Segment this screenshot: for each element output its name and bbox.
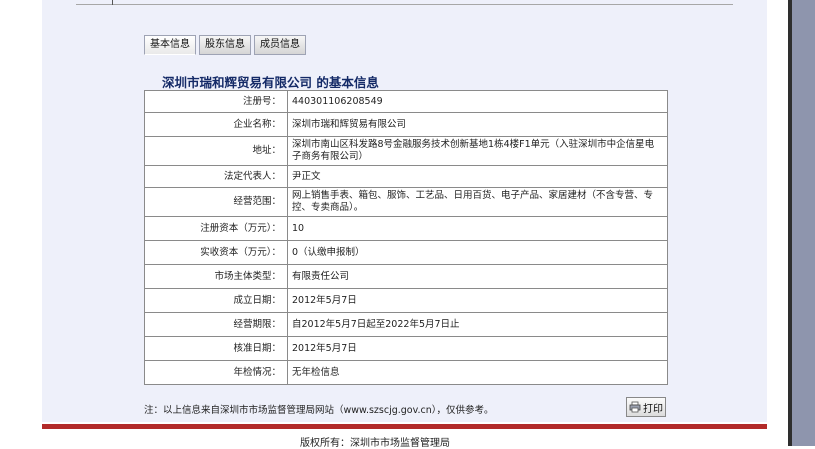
row-label: 经营期限：: [144, 312, 288, 337]
row-value: 深圳市瑞和辉贸易有限公司: [287, 112, 668, 137]
table-row: 法定代表人： 尹正文: [144, 165, 668, 188]
row-label: 核准日期：: [144, 336, 288, 361]
row-value: 有限责任公司: [287, 264, 668, 289]
source-note: 注：以上信息来自深圳市市场监督管理局网站（www.szscjg.gov.cn），…: [144, 405, 494, 416]
row-value: 尹正文: [287, 165, 668, 188]
row-label: 地址：: [144, 136, 288, 166]
tab-shareholder-info[interactable]: 股东信息: [199, 35, 251, 55]
row-value: 0（认缴申报制）: [287, 240, 668, 265]
row-value: 无年检信息: [287, 360, 668, 385]
table-row: 注册资本（万元）： 10: [144, 216, 668, 241]
tab-basic-info[interactable]: 基本信息: [144, 35, 196, 55]
row-value: 网上销售手表、箱包、服饰、工艺品、日用百货、电子产品、家居建材（不含专营、专控、…: [287, 187, 668, 217]
table-row: 市场主体类型： 有限责任公司: [144, 264, 668, 289]
tab-bar: 基本信息 股东信息 成员信息: [144, 35, 306, 55]
row-label: 年检情况：: [144, 360, 288, 385]
left-margin: [0, 0, 42, 446]
table-row: 注册号： 440301106208549: [144, 90, 668, 113]
table-row: 核准日期： 2012年5月7日: [144, 336, 668, 361]
row-label: 成立日期：: [144, 288, 288, 313]
table-row: 企业名称： 深圳市瑞和辉贸易有限公司: [144, 112, 668, 137]
print-button[interactable]: 打印: [626, 397, 666, 417]
tab-member-info[interactable]: 成员信息: [254, 35, 306, 55]
row-value: 2012年5月7日: [287, 336, 668, 361]
top-divider: [76, 4, 733, 5]
table-row: 年检情况： 无年检信息: [144, 360, 668, 385]
info-table: 注册号： 440301106208549 企业名称： 深圳市瑞和辉贸易有限公司 …: [144, 90, 668, 385]
print-label: 打印: [643, 403, 663, 415]
scrollbar-track[interactable]: [792, 0, 815, 446]
row-label: 注册资本（万元）：: [144, 216, 288, 241]
row-label: 企业名称：: [144, 112, 288, 137]
table-row: 实收资本（万元）： 0（认缴申报制）: [144, 240, 668, 265]
row-value: 深圳市南山区科发路8号金融服务技术创新基地1栋4楼F1单元（入驻深圳市中企信星电…: [287, 136, 668, 166]
row-value: 10: [287, 216, 668, 241]
right-margin: [767, 0, 788, 446]
table-row: 成立日期： 2012年5月7日: [144, 288, 668, 313]
table-row: 经营期限： 自2012年5月7日起至2022年5月7日止: [144, 312, 668, 337]
row-label: 市场主体类型：: [144, 264, 288, 289]
row-label: 实收资本（万元）：: [144, 240, 288, 265]
row-label: 经营范围：: [144, 187, 288, 217]
row-label: 注册号：: [144, 90, 288, 113]
table-row: 地址： 深圳市南山区科发路8号金融服务技术创新基地1栋4楼F1单元（入驻深圳市中…: [144, 136, 668, 166]
row-label: 法定代表人：: [144, 165, 288, 188]
printer-icon: [629, 401, 641, 413]
top-tick-mark: [112, 0, 113, 5]
page-title: 深圳市瑞和辉贸易有限公司 的基本信息: [162, 75, 379, 90]
row-value: 自2012年5月7日起至2022年5月7日止: [287, 312, 668, 337]
row-value: 2012年5月7日: [287, 288, 668, 313]
table-row: 经营范围： 网上销售手表、箱包、服饰、工艺品、日用百货、电子产品、家居建材（不含…: [144, 187, 668, 217]
row-value: 440301106208549: [287, 90, 668, 113]
footer-divider: [42, 424, 767, 429]
copyright-text: 版权所有：深圳市市场监督管理局: [300, 438, 450, 449]
